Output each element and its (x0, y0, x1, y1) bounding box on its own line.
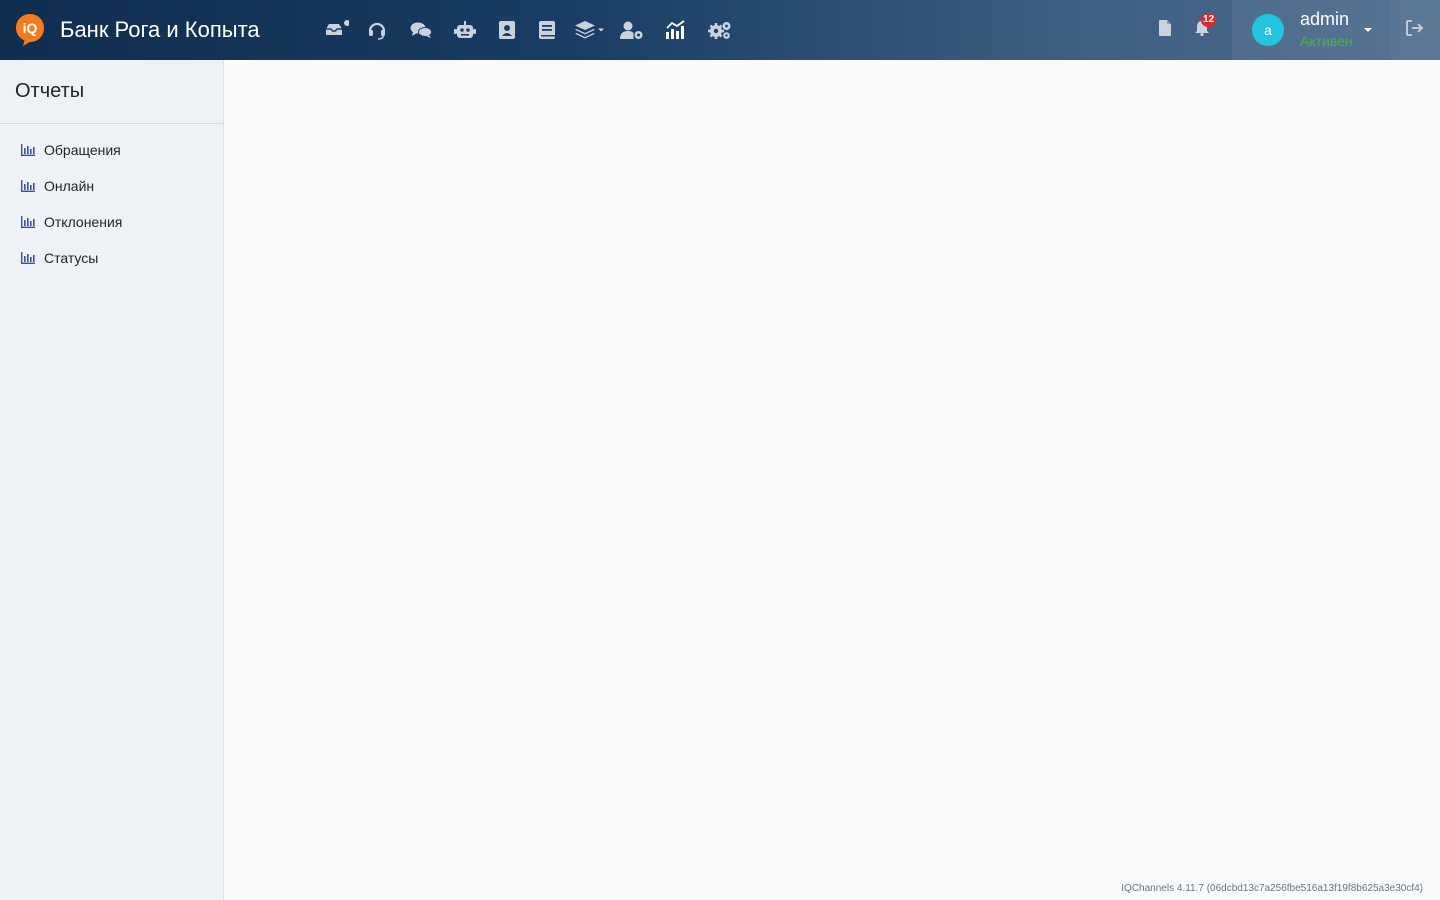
chart-bar-icon (21, 216, 35, 228)
logo-icon: iQ (15, 13, 45, 47)
sidebar: Отчеты Обращения Онлайн Отклонения Стату… (0, 60, 224, 900)
book-icon (538, 20, 556, 40)
inbox-icon (323, 20, 349, 40)
nav-bots[interactable] (443, 0, 487, 60)
sidebar-item-statuses[interactable]: Статусы (0, 240, 223, 276)
sidebar-item-online[interactable]: Онлайн (0, 168, 223, 204)
nav-analytics[interactable] (651, 0, 701, 60)
sidebar-item-label: Обращения (44, 142, 121, 158)
notifications-badge: 12 (1201, 13, 1217, 27)
logout-icon (1405, 19, 1425, 42)
sidebar-item-label: Статусы (44, 250, 99, 266)
documents-button[interactable] (1146, 0, 1183, 60)
chart-bar-icon (21, 144, 35, 156)
chats-icon (410, 21, 432, 39)
header-right-tools: 12 a admin Активен (1146, 0, 1440, 60)
user-info: admin Активен (1300, 10, 1353, 49)
nav-knowledge-base[interactable] (527, 0, 567, 60)
user-status: Активен (1300, 33, 1353, 50)
sidebar-title: Отчеты (0, 60, 223, 124)
headset-icon (367, 20, 387, 40)
nav-user-settings[interactable] (613, 0, 651, 60)
brand-name: Банк Рога и Копыта (60, 17, 260, 42)
layers-icon (575, 20, 605, 40)
sidebar-item-requests[interactable]: Обращения (0, 132, 223, 168)
notifications-button[interactable]: 12 (1183, 0, 1220, 60)
sidebar-item-label: Онлайн (44, 178, 95, 194)
sidebar-item-label: Отклонения (44, 214, 123, 230)
chart-bar-icon (21, 252, 35, 264)
document-icon (1158, 19, 1171, 41)
avatar: a (1252, 14, 1284, 46)
nav-chats[interactable] (398, 0, 443, 60)
user-settings-icon (620, 20, 644, 40)
contacts-icon (498, 20, 516, 40)
nav-layers-dropdown[interactable] (567, 0, 613, 60)
sidebar-item-rejections[interactable]: Отклонения (0, 204, 223, 240)
nav-contacts[interactable] (487, 0, 527, 60)
nav-inbox[interactable] (316, 0, 356, 60)
reports-menu: Обращения Онлайн Отклонения Статусы (0, 124, 223, 276)
user-menu[interactable]: a admin Активен (1232, 0, 1390, 60)
brand[interactable]: iQ Банк Рога и Копыта (0, 0, 260, 60)
chevron-down-icon (1364, 28, 1372, 32)
logo-text: iQ (23, 20, 38, 36)
nav-settings[interactable] (701, 0, 739, 60)
settings-icon (708, 20, 732, 40)
analytics-icon (665, 20, 687, 40)
chart-bar-icon (21, 180, 35, 192)
top-navbar: iQ Банк Рога и Копыта 12 a admin Активен (0, 0, 1440, 60)
logout-button[interactable] (1390, 0, 1440, 60)
robot-icon (454, 20, 476, 40)
main-content: IQChannels 4.11.7 (06dcbd13c7a256fbe516a… (224, 60, 1440, 900)
user-name: admin (1300, 9, 1350, 30)
app-version: IQChannels 4.11.7 (06dcbd13c7a256fbe516a… (1121, 883, 1423, 894)
main-nav (316, 0, 739, 60)
nav-support[interactable] (356, 0, 398, 60)
